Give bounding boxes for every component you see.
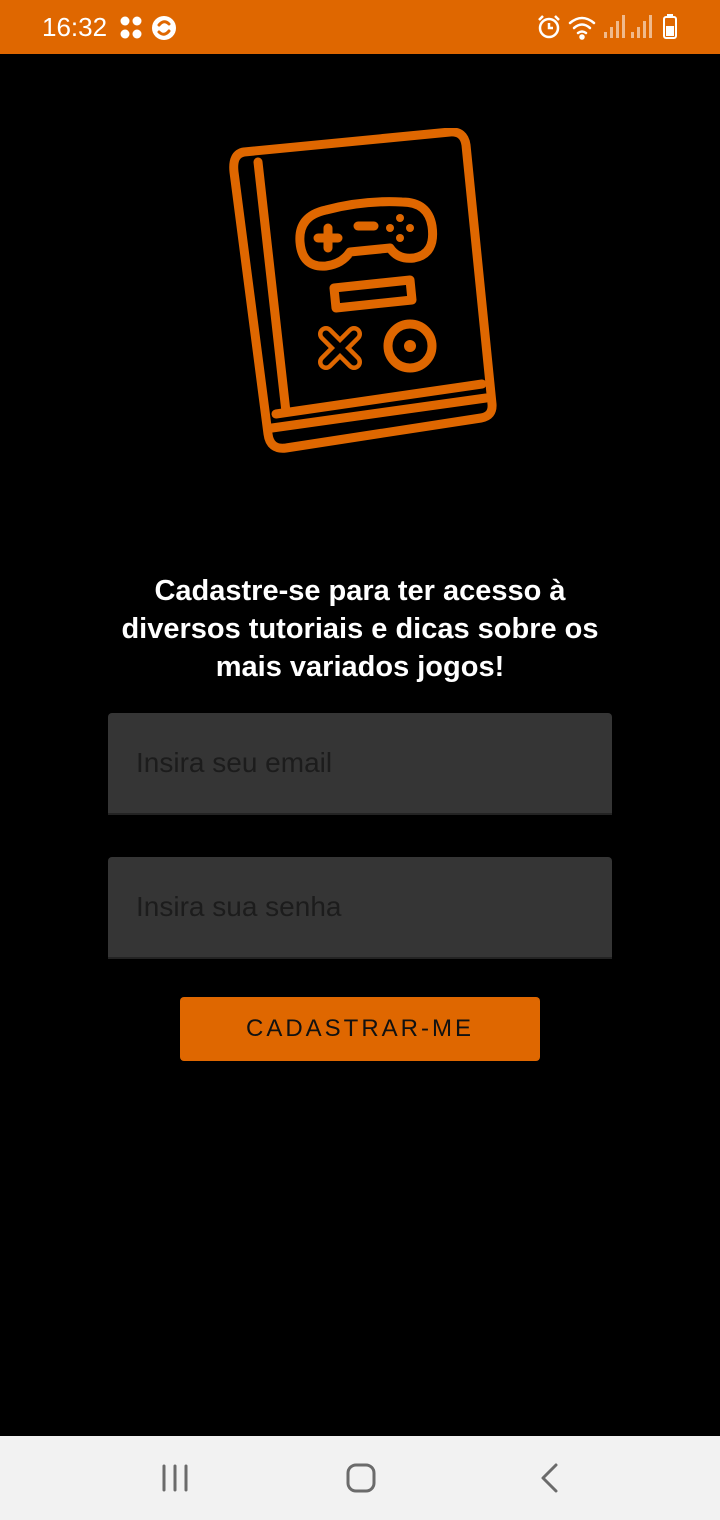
signup-screen: Cadastre-se para ter acesso à diversos t… bbox=[0, 54, 720, 1436]
back-icon[interactable] bbox=[518, 1454, 578, 1502]
signal-icon bbox=[604, 15, 625, 38]
game-book-icon bbox=[229, 128, 497, 453]
recents-icon[interactable] bbox=[145, 1454, 205, 1502]
email-input[interactable] bbox=[108, 713, 612, 813]
battery-icon bbox=[663, 14, 677, 39]
navigation-bar bbox=[0, 1436, 720, 1520]
status-bar: 16:32 bbox=[0, 0, 720, 54]
password-input[interactable] bbox=[108, 857, 612, 957]
password-field[interactable] bbox=[108, 857, 612, 959]
sync-app-icon bbox=[152, 16, 176, 40]
status-right-icons bbox=[538, 14, 677, 40]
signal-icon bbox=[631, 15, 652, 38]
email-field[interactable] bbox=[108, 713, 612, 815]
status-time: 16:32 bbox=[42, 12, 108, 42]
status-left-icons bbox=[120, 16, 176, 40]
notification-grid-icon bbox=[120, 16, 142, 39]
alarm-icon bbox=[538, 15, 560, 39]
home-icon[interactable] bbox=[331, 1454, 391, 1502]
signup-button[interactable]: CADASTRAR-ME bbox=[180, 997, 540, 1061]
signup-headline: Cadastre-se para ter acesso à diversos t… bbox=[121, 575, 599, 683]
wifi-icon bbox=[568, 16, 596, 40]
